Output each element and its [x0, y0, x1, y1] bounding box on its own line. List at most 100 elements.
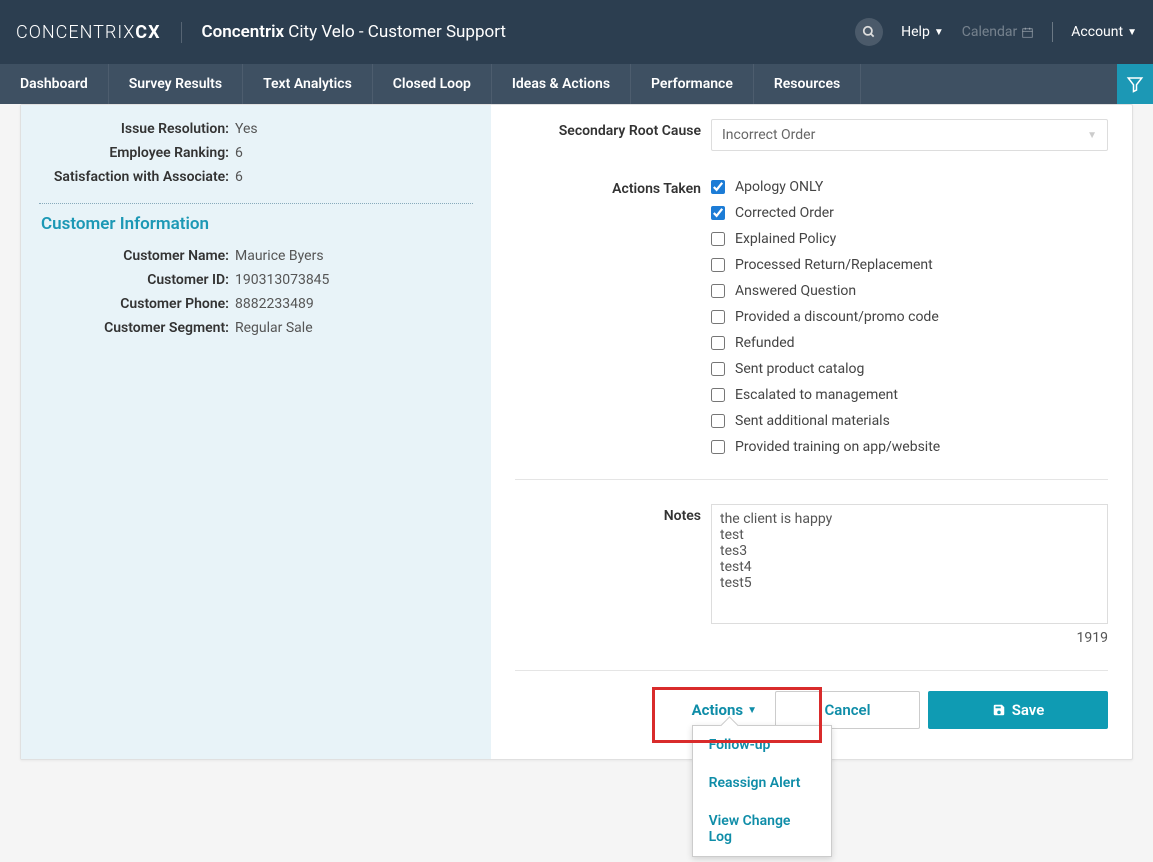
- header-right: Help ▼ Calendar Account ▼: [855, 18, 1137, 46]
- action-taken-label: Apology ONLY: [735, 179, 823, 195]
- info-row: Customer Name: Maurice Byers: [39, 244, 473, 268]
- action-taken-checkbox[interactable]: [711, 362, 725, 376]
- button-row: Actions ▼ Follow-up Reassign Alert View …: [515, 691, 1108, 729]
- info-row: Customer Segment: Regular Sale: [39, 316, 473, 340]
- actions-dropdown-menu: Follow-up Reassign Alert View Change Log: [692, 725, 832, 857]
- dropdown-view-change-log[interactable]: View Change Log: [693, 802, 831, 856]
- help-menu[interactable]: Help ▼: [901, 24, 944, 40]
- action-taken-item[interactable]: Answered Question: [711, 283, 1108, 299]
- caret-down-icon: ▼: [934, 27, 944, 38]
- search-icon: [862, 25, 876, 39]
- action-taken-checkbox[interactable]: [711, 336, 725, 350]
- action-taken-checkbox[interactable]: [711, 388, 725, 402]
- action-taken-item[interactable]: Sent product catalog: [711, 361, 1108, 377]
- chevron-down-icon: ▼: [1087, 130, 1097, 141]
- action-taken-checkbox[interactable]: [711, 284, 725, 298]
- info-row: Customer ID: 190313073845: [39, 268, 473, 292]
- action-taken-item[interactable]: Escalated to management: [711, 387, 1108, 403]
- form-label: Secondary Root Cause: [515, 119, 711, 139]
- notes-textarea[interactable]: [711, 504, 1108, 624]
- action-taken-item[interactable]: Processed Return/Replacement: [711, 257, 1108, 273]
- divider: [515, 670, 1108, 671]
- info-row: Satisfaction with Associate: 6: [39, 165, 473, 189]
- nav-resources[interactable]: Resources: [754, 64, 861, 104]
- form-panel: Secondary Root Cause Incorrect Order ▼ A…: [491, 105, 1132, 759]
- detail-card: Issue Resolution: Yes Employee Ranking: …: [20, 104, 1133, 760]
- main-nav: Dashboard Survey Results Text Analytics …: [0, 64, 1153, 104]
- info-row: Issue Resolution: Yes: [39, 117, 473, 141]
- form-label: Actions Taken: [515, 177, 711, 197]
- info-panel: Issue Resolution: Yes Employee Ranking: …: [21, 105, 491, 759]
- info-label: Customer Segment:: [39, 320, 235, 336]
- actions-taken-row: Actions Taken Apology ONLY Corrected Orde…: [515, 171, 1108, 461]
- cancel-button[interactable]: Cancel: [775, 691, 920, 729]
- action-taken-item[interactable]: Provided training on app/website: [711, 439, 1108, 455]
- nav-survey-results[interactable]: Survey Results: [109, 64, 243, 104]
- action-taken-checkbox[interactable]: [711, 310, 725, 324]
- caret-down-icon: ▼: [747, 705, 757, 716]
- actions-dropdown-trigger[interactable]: Actions ▼: [692, 701, 757, 719]
- logo-suffix: CX: [135, 22, 160, 43]
- brand-rest: City Velo - Customer Support: [284, 22, 506, 42]
- action-taken-item[interactable]: Refunded: [711, 335, 1108, 351]
- divider: [1052, 22, 1053, 42]
- info-label: Issue Resolution:: [39, 121, 235, 137]
- divider: [515, 479, 1108, 480]
- save-button[interactable]: Save: [928, 691, 1108, 729]
- customer-info-title: Customer Information: [39, 214, 473, 234]
- filter-button[interactable]: [1117, 64, 1153, 104]
- nav-dashboard[interactable]: Dashboard: [0, 64, 109, 104]
- info-label: Employee Ranking:: [39, 145, 235, 161]
- info-row: Customer Phone: 8882233489: [39, 292, 473, 316]
- brand-bold: Concentrix: [202, 22, 285, 42]
- action-taken-label: Corrected Order: [735, 205, 834, 221]
- actions-taken-list: Apology ONLY Corrected Order Explained Pol…: [711, 177, 1108, 455]
- info-label: Customer Phone:: [39, 296, 235, 312]
- action-taken-checkbox[interactable]: [711, 440, 725, 454]
- dropdown-follow-up[interactable]: Follow-up: [693, 726, 831, 764]
- page-content: Issue Resolution: Yes Employee Ranking: …: [0, 104, 1153, 800]
- action-taken-item[interactable]: Sent additional materials: [711, 413, 1108, 429]
- brand-title: Concentrix City Velo - Customer Support: [182, 22, 506, 42]
- action-taken-item[interactable]: Apology ONLY: [711, 179, 1108, 195]
- action-taken-item[interactable]: Explained Policy: [711, 231, 1108, 247]
- action-taken-item[interactable]: Provided a discount/promo code: [711, 309, 1108, 325]
- secondary-root-cause-select[interactable]: Incorrect Order ▼: [711, 119, 1108, 151]
- action-taken-label: Provided a discount/promo code: [735, 309, 939, 325]
- info-value: 8882233489: [235, 296, 314, 312]
- action-taken-item[interactable]: Corrected Order: [711, 205, 1108, 221]
- calendar-menu[interactable]: Calendar: [962, 24, 1035, 40]
- form-label: Notes: [515, 504, 711, 524]
- nav-closed-loop[interactable]: Closed Loop: [373, 64, 492, 104]
- action-taken-checkbox[interactable]: [711, 414, 725, 428]
- info-value: 190313073845: [235, 272, 329, 288]
- info-value: 6: [235, 145, 243, 161]
- select-value: Incorrect Order: [722, 127, 815, 143]
- nav-performance[interactable]: Performance: [631, 64, 754, 104]
- account-menu[interactable]: Account ▼: [1071, 24, 1137, 40]
- section-divider: [39, 203, 473, 204]
- info-row: Employee Ranking: 6: [39, 141, 473, 165]
- action-taken-label: Escalated to management: [735, 387, 898, 403]
- action-taken-label: Answered Question: [735, 283, 856, 299]
- info-label: Satisfaction with Associate:: [39, 169, 235, 185]
- info-value: Yes: [235, 121, 258, 137]
- char-count: 1919: [711, 630, 1108, 646]
- save-icon: [992, 703, 1006, 717]
- dropdown-reassign-alert[interactable]: Reassign Alert: [693, 764, 831, 802]
- info-value: Maurice Byers: [235, 248, 324, 264]
- action-taken-checkbox[interactable]: [711, 206, 725, 220]
- calendar-icon: [1021, 26, 1034, 39]
- search-button[interactable]: [855, 18, 883, 46]
- action-taken-label: Processed Return/Replacement: [735, 257, 933, 273]
- action-taken-checkbox[interactable]: [711, 258, 725, 272]
- action-taken-label: Sent product catalog: [735, 361, 864, 377]
- actions-wrapper: Actions ▼ Follow-up Reassign Alert View …: [692, 701, 767, 719]
- nav-ideas-actions[interactable]: Ideas & Actions: [492, 64, 631, 104]
- action-taken-checkbox[interactable]: [711, 232, 725, 246]
- info-value: 6: [235, 169, 243, 185]
- caret-down-icon: ▼: [1127, 27, 1137, 38]
- nav-text-analytics[interactable]: Text Analytics: [243, 64, 373, 104]
- logo-prefix: CONCENTRIX: [16, 22, 135, 43]
- action-taken-checkbox[interactable]: [711, 180, 725, 194]
